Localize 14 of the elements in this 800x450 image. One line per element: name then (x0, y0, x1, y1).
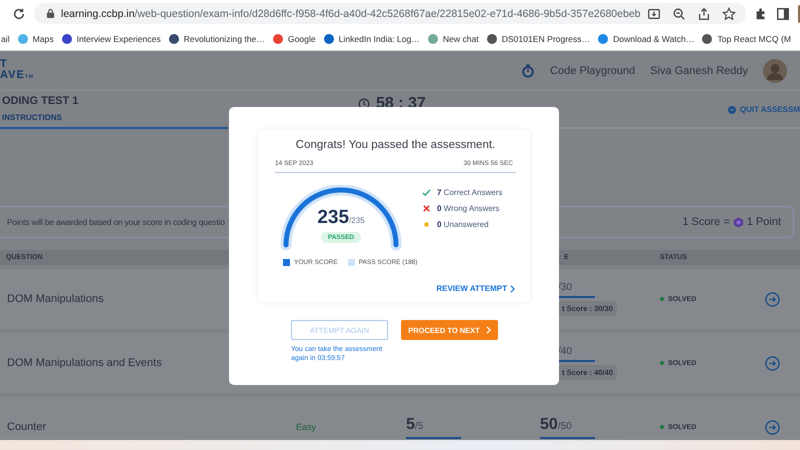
info-text: Points will be awarded based on your score in coding questio (7, 217, 225, 227)
stat-text: 0 Wrong Answers (437, 204, 500, 213)
question-title: Counter (6, 421, 48, 433)
score-rule-text: 1 Score = (682, 216, 730, 228)
score-text: 235/235 (317, 207, 365, 229)
difficulty-text: Easy (296, 422, 318, 432)
stat-text: 7 Correct Answers (437, 188, 502, 197)
stat-text: 0 Unanswered (437, 220, 489, 229)
dialog-title: Congrats! You passed the assessment. (294, 139, 496, 151)
points-value: 50/50 (540, 416, 572, 434)
test-title: ODING TEST 1 (2, 95, 80, 107)
question-title: DOM Manipulations (6, 293, 105, 305)
point-rule-text: 1 Point (746, 216, 781, 228)
score-value: 5/5 (406, 416, 424, 434)
